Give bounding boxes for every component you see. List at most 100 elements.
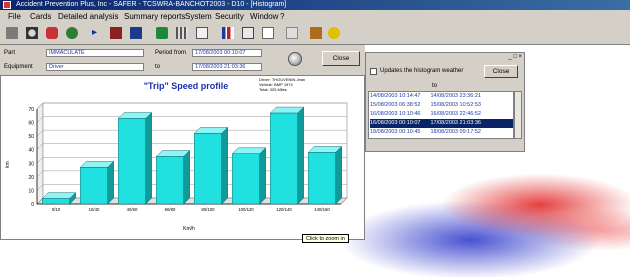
next-icon[interactable] (110, 27, 122, 39)
equipment-label: Equipment (4, 64, 33, 70)
period-row-to: 14/08/2003 23:36:21 (430, 93, 481, 99)
chart-bar-side (145, 112, 152, 205)
menu-summary-reports[interactable]: Summary reports (124, 12, 185, 21)
chart-bar (232, 153, 260, 205)
tools-icon[interactable] (310, 27, 322, 39)
chart-x-tick-label: 140/160 (314, 207, 330, 212)
menu-security[interactable]: Security (215, 12, 244, 21)
period-row-to: 16/08/2003 22:46:52 (430, 111, 481, 117)
chart-legend-line-3: Total: 329 Miles (259, 87, 287, 92)
chart-y-tick-label: 10 (28, 188, 34, 194)
chart-x-tick-label: 40/60 (127, 207, 138, 212)
person-icon[interactable] (66, 27, 78, 39)
equipment-field[interactable]: Driver (46, 63, 144, 71)
update-checkbox[interactable] (370, 68, 377, 75)
period-row-from: 15/08/2003 06:38:52 (370, 102, 421, 108)
chart-bar-side (183, 150, 190, 205)
chart-x-tick-label: 80/100 (201, 207, 215, 212)
grid-icon[interactable] (176, 27, 188, 39)
chart-y-tick-label: 20 (28, 175, 34, 181)
period-row-to: 18/08/2003 09:17:52 (430, 129, 481, 135)
period-list-row[interactable]: 18/08/2003 00:10:45 18/08/2003 09:17:52 (370, 128, 513, 137)
period-list-row[interactable]: 16/08/2003 10:10:46 16/08/2003 22:46:52 (370, 110, 513, 119)
chart-y-axis-label: km (5, 161, 11, 168)
menu-cards[interactable]: Cards (30, 12, 51, 21)
refresh-icon[interactable] (288, 52, 302, 66)
period-to-field[interactable]: 17/08/2003 21:03:36 (192, 63, 262, 71)
chart-bar (118, 118, 146, 205)
document-icon[interactable] (286, 27, 298, 39)
menu-system[interactable]: System (185, 12, 212, 21)
chart-bar-top (269, 106, 305, 114)
menu-detailed-analysis[interactable]: Detailed analysis (58, 12, 118, 21)
listbox-scrollbar[interactable] (514, 91, 522, 139)
calendar-icon[interactable] (262, 27, 274, 39)
chart-x-tick-label: 10/40 (89, 207, 100, 212)
chart-bar (80, 167, 108, 205)
chart-x-tick-label: 60/80 (165, 207, 176, 212)
chart-bar-top (307, 146, 343, 153)
part-label: Part (4, 50, 16, 56)
chart-y-tick-label: 70 (28, 107, 34, 113)
report-icon[interactable] (196, 27, 208, 39)
chart-x-tick-label: 100/120 (238, 207, 254, 212)
chart-bar-top (79, 161, 115, 168)
zoom-tooltip: Click to zoom in (302, 234, 349, 243)
period-selector-panel: _ □ × Updates the histogram weather Clos… (365, 52, 525, 152)
period-listbox[interactable]: 14/08/2003 10:14:47 14/08/2003 23:36:21 15… (368, 91, 514, 139)
find-icon[interactable] (26, 27, 38, 39)
chart-y-tick-label: 40 (28, 148, 34, 154)
chart-bar (42, 198, 70, 205)
chart-y-tick-label: 0 (31, 202, 34, 208)
chart-bar-side (259, 147, 266, 205)
print-icon[interactable] (6, 27, 18, 39)
chart-icon[interactable] (222, 27, 234, 39)
speed-profile-chart[interactable]: "Trip" Speed profile Driver: THOUVENIN J… (0, 75, 365, 240)
chart-bar-top (117, 112, 153, 119)
menu-help[interactable]: ? (280, 12, 284, 21)
chart-bar-top (193, 127, 229, 134)
menu-bar: File Cards Detailed analysis Summary rep… (0, 10, 630, 24)
period-row-from: 16/08/2003 00:10:07 (370, 120, 421, 126)
chart-x-axis-label: Km/h (183, 226, 195, 232)
app-titlebar: Accident Prevention Plus, Inc - SAFER - … (0, 0, 630, 10)
chart-bar (308, 152, 336, 205)
chart-y-tick-label: 60 (28, 121, 34, 127)
menu-file[interactable]: File (8, 12, 21, 21)
table-icon[interactable] (242, 27, 254, 39)
arrow-right-icon[interactable]: ▸ (92, 27, 104, 39)
chart-y-tick-label: 50 (28, 134, 34, 140)
period-list-row[interactable]: 16/08/2003 00:10:07 17/08/2003 21:03:36 (370, 119, 513, 128)
chart-svg: "Trip" Speed profile Driver: THOUVENIN J… (5, 77, 348, 232)
app-title: Accident Prevention Plus, Inc - SAFER - … (16, 1, 287, 8)
truck-icon[interactable] (156, 27, 168, 39)
help-icon[interactable] (328, 27, 340, 39)
period-list-row[interactable]: 14/08/2003 10:14:47 14/08/2003 23:36:21 (370, 92, 513, 101)
chart-bar-top (155, 150, 191, 157)
period-row-from: 14/08/2003 10:14:47 (370, 93, 421, 99)
chart-side-wall (36, 102, 44, 205)
period-row-to: 17/08/2003 21:03:36 (430, 120, 481, 126)
period-from-field[interactable]: 17/08/2003 00:10:07 (192, 49, 262, 57)
menu-window[interactable]: Window (250, 12, 278, 21)
panel-close-button[interactable]: Close (484, 65, 518, 78)
period-list-row[interactable]: 15/08/2003 06:38:52 15/08/2003 10:52:53 (370, 101, 513, 110)
chart-bar-top (41, 192, 77, 199)
chart-bar (156, 156, 184, 205)
window-controls[interactable]: _ □ × (496, 54, 522, 61)
car-icon[interactable] (46, 27, 58, 39)
chart-bar-top (231, 147, 267, 154)
period-row-from: 18/08/2003 00:10:45 (370, 129, 421, 135)
period-row-from: 16/08/2003 10:10:46 (370, 111, 421, 117)
period-from-label: Period from (155, 50, 187, 56)
period-row-to: 15/08/2003 10:52:53 (430, 102, 481, 108)
last-icon[interactable] (130, 27, 142, 39)
close-button[interactable]: Close (322, 51, 360, 66)
part-field[interactable]: IMMACULATE (46, 49, 144, 57)
chart-bar (194, 133, 222, 205)
chart-y-tick-label: 30 (28, 161, 34, 167)
chart-title: "Trip" Speed profile (144, 81, 229, 91)
toolbar: ▸ (0, 24, 630, 45)
chart-x-tick-label: 120/140 (276, 207, 292, 212)
chart-bar-side (335, 145, 342, 205)
